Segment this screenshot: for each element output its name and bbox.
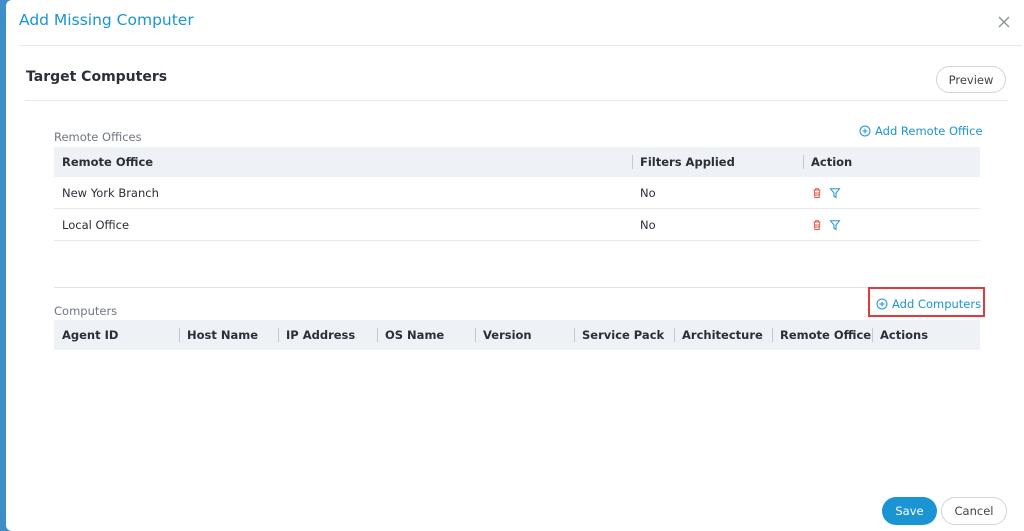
column-header: Remote Office (62, 155, 154, 169)
save-button[interactable]: Save (882, 497, 937, 525)
filter-icon[interactable] (829, 187, 841, 199)
table-header: Agent ID Host Name IP Address OS Name Ve… (54, 320, 980, 350)
column-header: Remote Office (772, 320, 872, 350)
section-title: Target Computers (26, 69, 168, 85)
section-divider (54, 287, 980, 288)
add-missing-computer-dialog: Add Missing Computer Target Computers Pr… (6, 0, 1024, 531)
action-cell (803, 219, 980, 231)
column-header: Agent ID (62, 328, 119, 342)
filters-applied: No (640, 185, 656, 200)
cancel-button[interactable]: Cancel (941, 497, 1007, 525)
column-header: Version (475, 320, 574, 350)
column-header: Filters Applied (632, 147, 803, 177)
computers-label: Computers (54, 304, 118, 318)
column-header: Action (803, 147, 980, 177)
remote-office-name: Local Office (62, 217, 130, 232)
column-header: Actions (872, 320, 980, 350)
filter-icon[interactable] (829, 219, 841, 231)
dialog-header: Add Missing Computer (6, 0, 1024, 46)
column-header: OS Name (377, 320, 475, 350)
column-header: Host Name (179, 320, 278, 350)
close-icon[interactable] (996, 14, 1012, 30)
plus-circle-icon (859, 125, 871, 137)
column-header: Service Pack (574, 320, 674, 350)
header-divider (19, 45, 1022, 46)
computers-table: Agent ID Host Name IP Address OS Name Ve… (54, 320, 980, 350)
delete-icon[interactable] (811, 219, 823, 231)
preview-button[interactable]: Preview (936, 66, 1006, 93)
table-row: New York Branch No (54, 177, 980, 209)
table-header: Remote Office Filters Applied Action (54, 147, 980, 177)
dialog-title: Add Missing Computer (19, 11, 194, 29)
remote-offices-table: Remote Office Filters Applied Action New… (54, 147, 980, 241)
highlight-box (868, 287, 985, 317)
remote-office-name: New York Branch (62, 185, 159, 200)
add-remote-office-link[interactable]: Add Remote Office (859, 124, 983, 138)
column-header: Architecture (674, 320, 772, 350)
delete-icon[interactable] (811, 187, 823, 199)
section-divider (25, 100, 1008, 101)
remote-offices-label: Remote Offices (54, 130, 142, 144)
add-remote-office-label: Add Remote Office (875, 124, 983, 138)
action-cell (803, 187, 980, 199)
filters-applied: No (640, 217, 656, 232)
table-row: Local Office No (54, 209, 980, 241)
column-header: IP Address (278, 320, 377, 350)
